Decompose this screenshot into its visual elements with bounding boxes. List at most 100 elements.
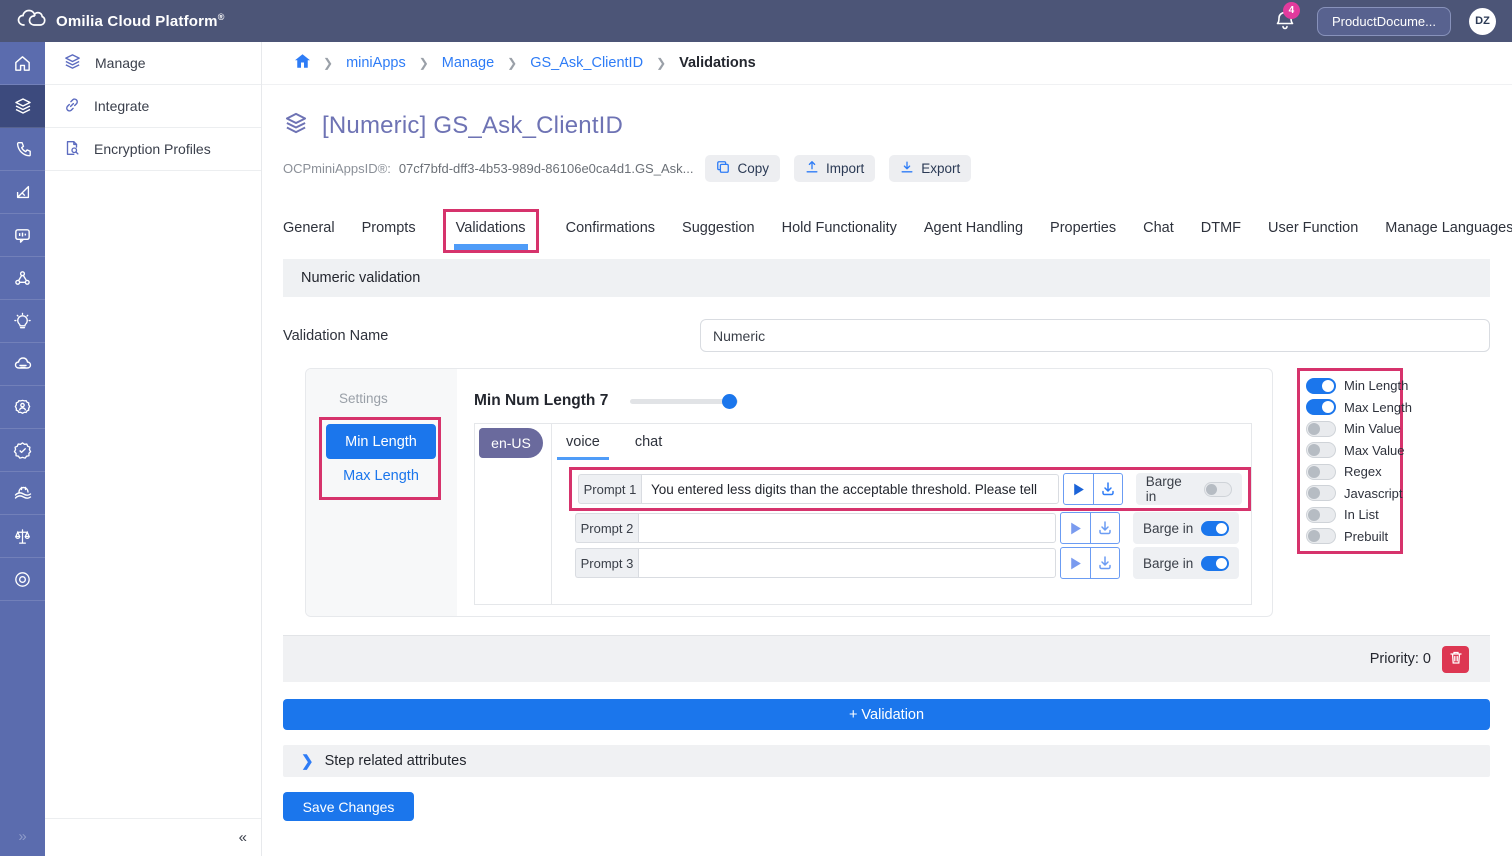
- active-tab-underline: [454, 244, 528, 250]
- encryption-doc-icon: [63, 139, 81, 160]
- max-length-setting-button[interactable]: Max Length: [326, 459, 436, 493]
- validation-name-input[interactable]: [700, 319, 1490, 352]
- import-button[interactable]: Import: [794, 155, 875, 182]
- slider-knob[interactable]: [722, 394, 737, 409]
- rail-set-square-icon[interactable]: [0, 171, 45, 214]
- tab-prompts[interactable]: Prompts: [362, 209, 416, 236]
- rail-lightbulb-icon[interactable]: [0, 300, 45, 343]
- sidebar-item-encryption-profiles[interactable]: Encryption Profiles: [45, 128, 261, 171]
- export-download-icon: [900, 160, 914, 177]
- tab-manage-languages[interactable]: Manage Languages: [1385, 209, 1512, 236]
- import-upload-icon: [805, 160, 819, 177]
- rail-target-icon[interactable]: [0, 558, 45, 601]
- tab-chat[interactable]: Chat: [1143, 209, 1174, 236]
- prompt-2-input[interactable]: [638, 513, 1056, 543]
- play-audio-icon[interactable]: [1061, 548, 1090, 578]
- user-avatar[interactable]: DZ: [1469, 8, 1496, 35]
- prompt-2-audio-controls: [1060, 512, 1120, 544]
- trash-icon: [1449, 650, 1463, 668]
- play-audio-icon[interactable]: [1061, 513, 1090, 543]
- toggle-row-min-length: Min Length: [1306, 375, 1394, 397]
- rail-expand-control[interactable]: »: [0, 816, 45, 856]
- tab-confirmations[interactable]: Confirmations: [566, 209, 655, 236]
- miniapp-layers-icon: [283, 110, 309, 141]
- ocp-cloud-logo-icon: [16, 8, 46, 35]
- sidebar-item-label: Integrate: [94, 98, 149, 114]
- add-validation-button[interactable]: + Validation: [283, 699, 1490, 730]
- save-changes-button[interactable]: Save Changes: [283, 792, 414, 821]
- tab-suggestion[interactable]: Suggestion: [682, 209, 755, 236]
- rail-user-gear-icon[interactable]: [0, 386, 45, 429]
- regex-toggle[interactable]: [1306, 464, 1336, 480]
- channel-tab-voice[interactable]: voice: [557, 434, 609, 460]
- barge-in-toggle[interactable]: [1201, 521, 1229, 536]
- rail-miniapps-layers-icon[interactable]: [0, 85, 45, 128]
- toggle-row-max-length: Max Length: [1306, 397, 1394, 419]
- miniapp-id-value: 07cf7bfd-dff3-4b53-989d-86106e0ca4d1.GS_…: [399, 161, 694, 176]
- prompt-1-input[interactable]: [641, 474, 1059, 504]
- export-button[interactable]: Export: [889, 155, 971, 182]
- download-audio-icon[interactable]: [1090, 513, 1119, 543]
- channel-tab-chat[interactable]: chat: [635, 434, 662, 460]
- toggle-row-max-value: Max Value: [1306, 440, 1394, 462]
- rail-scales-icon[interactable]: [0, 515, 45, 558]
- prebuilt-toggle[interactable]: [1306, 528, 1336, 544]
- play-audio-icon[interactable]: [1064, 474, 1093, 504]
- rail-chat-bubble-icon[interactable]: [0, 214, 45, 257]
- rail-home-icon[interactable]: [0, 42, 45, 85]
- breadcrumb-separator: ❯: [419, 56, 429, 70]
- step-attributes-expander[interactable]: ❯ Step related attributes: [283, 745, 1490, 777]
- tab-agent-handling[interactable]: Agent Handling: [924, 209, 1023, 236]
- tab-dtmf[interactable]: DTMF: [1201, 209, 1241, 236]
- rail-cloud-icon[interactable]: [0, 343, 45, 386]
- delete-validation-button[interactable]: [1442, 646, 1469, 673]
- copy-button[interactable]: Copy: [705, 155, 780, 182]
- breadcrumb-link-miniapp[interactable]: GS_Ask_ClientID: [530, 55, 643, 71]
- rail-network-nodes-icon[interactable]: [0, 257, 45, 300]
- prompt-3-input[interactable]: [638, 548, 1056, 578]
- tab-user-function[interactable]: User Function: [1268, 209, 1358, 236]
- rail-phone-icon[interactable]: [0, 128, 45, 171]
- notifications-bell-icon[interactable]: 4: [1273, 8, 1299, 34]
- toggle-row-javascript: Javascript: [1306, 483, 1394, 505]
- in-list-toggle[interactable]: [1306, 507, 1336, 523]
- max-value-toggle[interactable]: [1306, 442, 1336, 458]
- notifications-count-badge: 4: [1283, 2, 1300, 19]
- prompt-3-row: Prompt 3: [575, 548, 1251, 578]
- barge-in-toggle[interactable]: [1201, 556, 1229, 571]
- main-content: ❯ miniApps ❯ Manage ❯ GS_Ask_ClientID ❯ …: [262, 42, 1512, 856]
- account-menu-button[interactable]: ProductDocume...: [1317, 7, 1451, 36]
- max-length-toggle[interactable]: [1306, 399, 1336, 415]
- priority-label: Priority: 0: [1370, 651, 1431, 667]
- rail-plug-icon[interactable]: [0, 472, 45, 515]
- layers-icon: [63, 52, 82, 74]
- min-length-setting-button[interactable]: Min Length: [326, 424, 436, 459]
- tab-general[interactable]: General: [283, 209, 335, 236]
- breadcrumb-link-miniapps[interactable]: miniApps: [346, 55, 406, 71]
- validation-card: Settings Min Length Max Length Min Num L…: [305, 368, 1273, 617]
- locale-tab-en-us[interactable]: en-US: [479, 428, 543, 458]
- min-length-slider[interactable]: [630, 394, 738, 408]
- prompt-3-label: Prompt 3: [575, 548, 638, 578]
- javascript-toggle[interactable]: [1306, 485, 1336, 501]
- settings-panel: Settings Min Length Max Length: [306, 369, 457, 616]
- prompt-2-row: Prompt 2: [575, 513, 1251, 543]
- prompt-2-barge-in: Barge in: [1133, 512, 1239, 544]
- barge-in-toggle[interactable]: [1204, 482, 1232, 497]
- rail-badge-check-icon[interactable]: [0, 429, 45, 472]
- channel-tabs: voice chat: [566, 434, 1251, 460]
- download-audio-icon[interactable]: [1090, 548, 1119, 578]
- breadcrumb-link-manage[interactable]: Manage: [442, 55, 494, 71]
- tab-properties[interactable]: Properties: [1050, 209, 1116, 236]
- tab-validations[interactable]: Validations: [456, 220, 526, 236]
- breadcrumb-home-icon[interactable]: [295, 54, 310, 72]
- sidebar-item-integrate[interactable]: Integrate: [45, 85, 261, 128]
- sidebar-item-manage[interactable]: Manage: [45, 42, 261, 85]
- download-audio-icon[interactable]: [1093, 474, 1122, 504]
- breadcrumb-separator: ❯: [656, 56, 666, 70]
- min-value-toggle[interactable]: [1306, 421, 1336, 437]
- prompt-3-barge-in: Barge in: [1133, 547, 1239, 579]
- sidebar-collapse-control[interactable]: «: [45, 818, 261, 856]
- tab-hold-functionality[interactable]: Hold Functionality: [782, 209, 897, 236]
- min-length-toggle[interactable]: [1306, 378, 1336, 394]
